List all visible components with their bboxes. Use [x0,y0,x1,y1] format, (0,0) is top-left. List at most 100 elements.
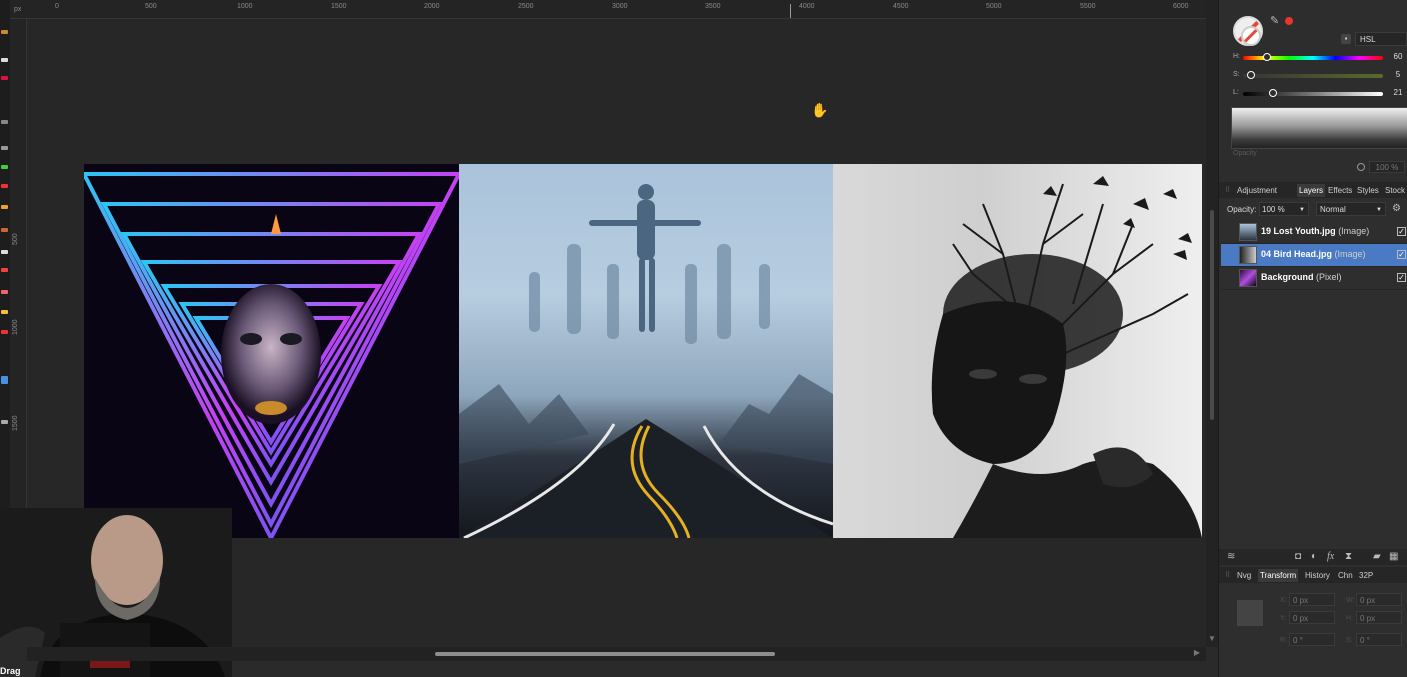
layer-opacity-field[interactable]: 100 % ▼ [1259,202,1309,216]
layer-thumbnail [1239,269,1257,287]
transform-y-field[interactable]: 0 px [1289,611,1335,624]
hue-slider-row: H: 60 [1231,52,1407,64]
neon-triangle-portrait-image[interactable] [84,164,459,538]
layers-stack-icon[interactable]: ≋ [1227,551,1235,562]
saturation-label: S: [1233,71,1240,78]
gradient-tool-icon[interactable] [1,330,8,334]
layer-row[interactable]: 19 Lost Youth.jpg (Image) ✓ [1221,221,1407,244]
gear-icon[interactable]: ⚙ [1392,203,1401,214]
layer-visibility-checkbox[interactable]: ✓ [1397,227,1406,236]
color-mode-select[interactable]: HSL [1355,32,1407,46]
layer-row-selected[interactable]: 04 Bird Head.jpg (Image) ✓ [1221,244,1407,267]
ruler-label: 500 [145,3,157,10]
marquee-tool-icon[interactable] [1,120,8,124]
fill-tool-icon[interactable] [1,205,8,209]
lost-youth-foggy-road-image[interactable] [459,164,833,538]
opacity-dial-icon[interactable] [1357,163,1365,171]
eraser-tool-icon[interactable] [1,184,8,188]
zoom-tool-icon[interactable] [1,420,8,424]
foggy-road-artwork [459,184,833,538]
tab-transform[interactable]: Transform [1258,569,1299,582]
adjustment-icon[interactable]: ◐ [1311,551,1317,562]
panel-grip-icon[interactable]: ⠿ [1225,186,1230,194]
folder-icon[interactable]: ▰ [1373,551,1381,562]
layer-visibility-checkbox[interactable]: ✓ [1397,250,1406,259]
ruler-label: 0 [55,3,59,10]
hue-label: H: [1233,53,1240,60]
transform-h-label: H: [1346,615,1353,622]
color-swatch-icon[interactable] [1,376,8,384]
transform-w-field[interactable]: 0 px [1356,593,1402,606]
tab-adjustment[interactable]: Adjustment [1235,184,1279,197]
horizontal-ruler: 0 500 1000 1500 2000 2500 3000 3500 4000… [10,0,1206,19]
tab-navigator[interactable]: Nvg [1235,569,1253,582]
horizontal-scrollbar[interactable]: ▶ [27,647,1206,661]
color-preview-gradient[interactable] [1231,107,1407,149]
layer-thumbnail [1239,246,1257,264]
vertical-scroll-thumb[interactable] [1210,210,1214,420]
anchor-point-selector[interactable] [1237,600,1263,626]
saturation-slider[interactable] [1243,74,1383,78]
tab-history[interactable]: History [1303,569,1332,582]
ruler-label: 5500 [1080,3,1096,10]
transform-h-field[interactable]: 0 px [1356,611,1402,624]
chevron-down-icon: ▼ [1299,207,1305,213]
lightness-slider-knob[interactable] [1269,89,1277,97]
hue-value-field[interactable]: 60 [1389,51,1407,63]
horizontal-scroll-thumb[interactable] [435,652,775,656]
saturation-value-field[interactable]: 5 [1389,69,1407,81]
text-tool-icon[interactable] [1,310,8,314]
tab-32p[interactable]: 32P [1357,569,1375,582]
lock-icon[interactable]: ▪ [1341,34,1351,44]
layer-opacity-value: 100 % [1262,205,1285,214]
move-tool-icon[interactable] [1,30,8,34]
layer-row[interactable]: Background (Pixel) ✓ [1221,267,1407,290]
brush-tool-icon[interactable] [1,165,8,169]
scroll-down-icon[interactable]: ▼ [1208,634,1216,643]
layer-thumbnail [1239,223,1257,241]
live-filter-icon[interactable]: ⧗ [1345,551,1352,562]
pen-tool-icon[interactable] [1,268,8,272]
ruler-label: 1000 [12,319,19,335]
hue-slider-knob[interactable] [1263,53,1271,61]
select-tool-icon[interactable] [1,58,8,62]
dodge-tool-icon[interactable] [1,250,8,254]
crop-tool-icon[interactable] [1,76,8,80]
transform-x-field[interactable]: 0 px [1289,593,1335,606]
lasso-tool-icon[interactable] [1,146,8,150]
transform-w-label: W: [1346,597,1355,604]
tab-effects[interactable]: Effects [1326,184,1354,197]
scroll-right-icon[interactable]: ▶ [1194,648,1200,657]
transform-rotation-label: R: [1280,637,1287,644]
panel-grip-icon[interactable]: ⠿ [1225,571,1230,579]
secondary-color-swatch[interactable] [1241,26,1261,46]
ruler-label: 3000 [612,3,628,10]
clone-tool-icon[interactable] [1,228,8,232]
shape-tool-icon[interactable] [1,290,8,294]
vertical-scrollbar[interactable]: ▼ [1206,0,1218,647]
blend-mode-select[interactable]: Normal ▼ [1316,202,1386,216]
new-layer-icon[interactable]: ▦ [1389,551,1398,562]
ruler-label: 5000 [986,3,1002,10]
layer-visibility-checkbox[interactable]: ✓ [1397,273,1406,282]
tab-styles[interactable]: Styles [1355,184,1381,197]
layer-name: Background (Pixel) [1261,272,1342,282]
transform-rotation-field[interactable]: 0 ° [1289,633,1335,646]
lightness-label: L: [1233,89,1239,96]
fx-icon[interactable]: fx [1327,551,1334,562]
transform-tabbar: ⠿ Nvg Transform History Chn 32P [1219,567,1407,583]
tab-channels[interactable]: Chn [1336,569,1355,582]
tab-layers[interactable]: Layers [1297,184,1326,197]
lightness-slider[interactable] [1243,92,1383,96]
saturation-slider-knob[interactable] [1247,71,1255,79]
eyedropper-icon[interactable]: ✎ [1270,14,1279,27]
tab-stock[interactable]: Stock [1383,184,1407,197]
lightness-value-field[interactable]: 21 [1389,87,1407,99]
transform-shear-field[interactable]: 0 ° [1356,633,1402,646]
bird-head-portrait-image[interactable] [833,164,1202,538]
color-opacity-field[interactable]: 100 % [1369,161,1405,173]
color-panel: ✎ ▪ HSL H: 60 S: 5 L: 21 Opacity 100 % [1219,0,1407,180]
ruler-label: 2000 [424,3,440,10]
transform-shear-label: S: [1346,637,1353,644]
mask-icon[interactable]: ◘ [1295,551,1301,562]
